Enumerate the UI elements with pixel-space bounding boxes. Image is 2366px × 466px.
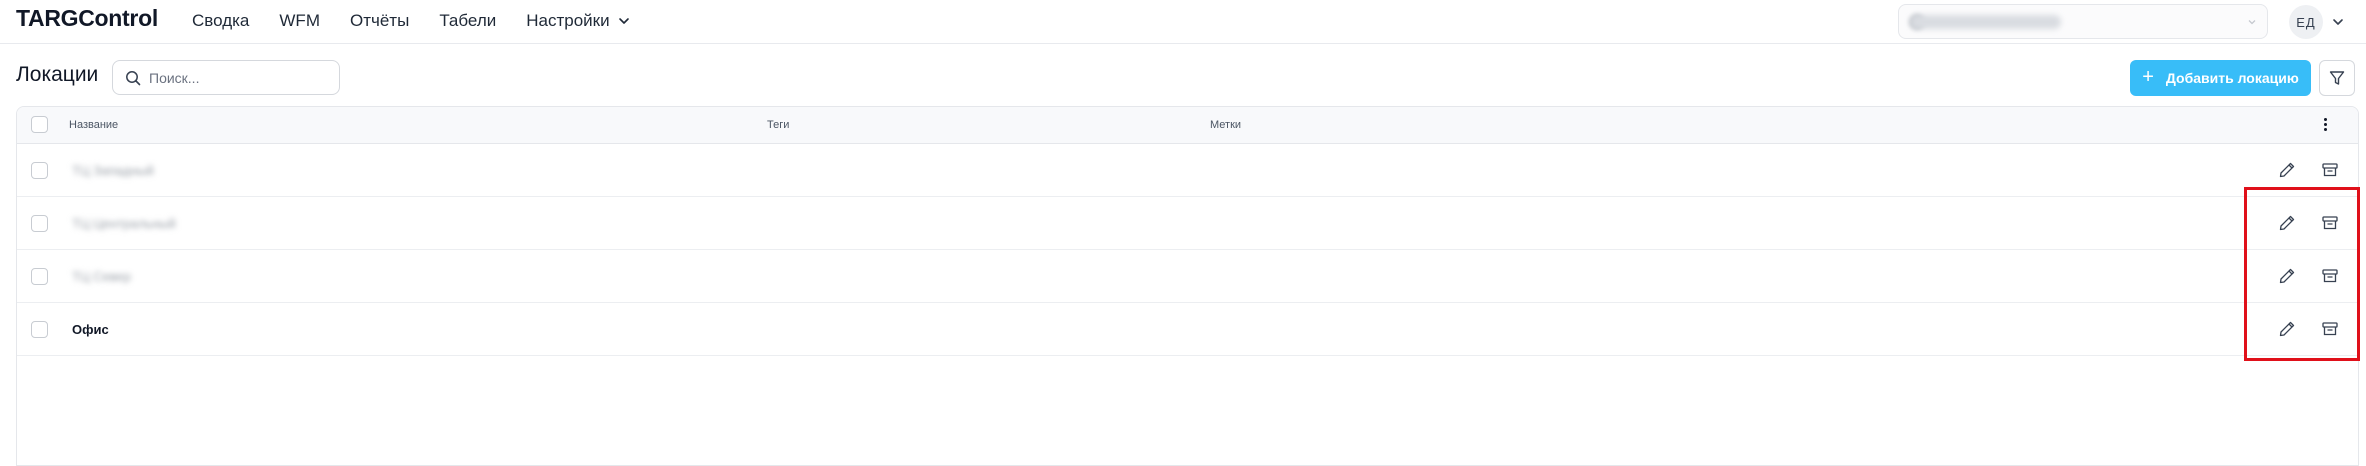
nav-item-timesheets[interactable]: Табели <box>439 11 496 31</box>
locations-table: Название Теги Метки ТЦ Западный ТЦ Центр… <box>16 106 2359 466</box>
chevron-down-icon <box>618 18 629 24</box>
chevron-down-icon[interactable] <box>2331 15 2345 29</box>
column-header-name[interactable]: Название <box>69 119 118 131</box>
nav-item-settings-label: Настройки <box>526 11 610 30</box>
pencil-icon[interactable] <box>2276 212 2298 234</box>
archive-icon[interactable] <box>2319 318 2341 340</box>
add-location-button[interactable]: + Добавить локацию <box>2130 60 2311 96</box>
pencil-icon[interactable] <box>2276 159 2298 181</box>
filter-icon <box>2329 71 2345 85</box>
pencil-icon[interactable] <box>2276 265 2298 287</box>
column-header-tags[interactable]: Теги <box>767 119 789 131</box>
nav-item-wfm[interactable]: WFM <box>279 11 320 31</box>
organization-name-redacted <box>1911 15 2061 29</box>
search-icon <box>126 71 141 86</box>
table-row[interactable]: Офис <box>17 303 2358 356</box>
table-row[interactable]: ТЦ Центральный <box>17 197 2358 250</box>
more-vertical-icon[interactable] <box>2319 116 2331 136</box>
page-title: Локации <box>16 63 99 86</box>
row-checkbox[interactable] <box>31 321 48 338</box>
user-avatar[interactable]: ЕД <box>2289 5 2323 39</box>
table-header: Название Теги Метки <box>17 107 2358 144</box>
add-location-label: Добавить локацию <box>2165 70 2299 86</box>
nav-item-reports[interactable]: Отчёты <box>350 11 409 31</box>
search-input[interactable] <box>149 68 329 88</box>
organization-select[interactable] <box>1898 4 2268 39</box>
archive-icon[interactable] <box>2319 265 2341 287</box>
row-checkbox[interactable] <box>31 162 48 179</box>
nav-item-settings[interactable]: Настройки <box>526 11 629 31</box>
search-field[interactable] <box>112 60 340 95</box>
archive-icon[interactable] <box>2319 159 2341 181</box>
app-logo[interactable]: TARGControl <box>16 5 158 32</box>
top-navigation-bar: TARGControl Сводка WFM Отчёты Табели Нас… <box>0 0 2366 44</box>
pencil-icon[interactable] <box>2276 318 2298 340</box>
row-checkbox[interactable] <box>31 215 48 232</box>
archive-icon[interactable] <box>2319 212 2341 234</box>
table-row[interactable]: ТЦ Западный <box>17 144 2358 197</box>
filter-button[interactable] <box>2319 60 2355 96</box>
chevron-down-icon <box>2248 20 2256 25</box>
row-checkbox[interactable] <box>31 268 48 285</box>
select-all-checkbox[interactable] <box>31 116 48 133</box>
plus-icon: + <box>2142 65 2154 88</box>
location-name[interactable]: ТЦ Центральный <box>72 216 176 231</box>
nav-item-summary[interactable]: Сводка <box>192 11 249 31</box>
column-header-marks[interactable]: Метки <box>1210 119 1241 131</box>
location-name[interactable]: ТЦ Север <box>72 269 131 284</box>
table-row[interactable]: ТЦ Север <box>17 250 2358 303</box>
location-name[interactable]: Офис <box>72 322 109 337</box>
main-nav: Сводка WFM Отчёты Табели Настройки <box>192 11 660 31</box>
location-name[interactable]: ТЦ Западный <box>72 163 154 178</box>
